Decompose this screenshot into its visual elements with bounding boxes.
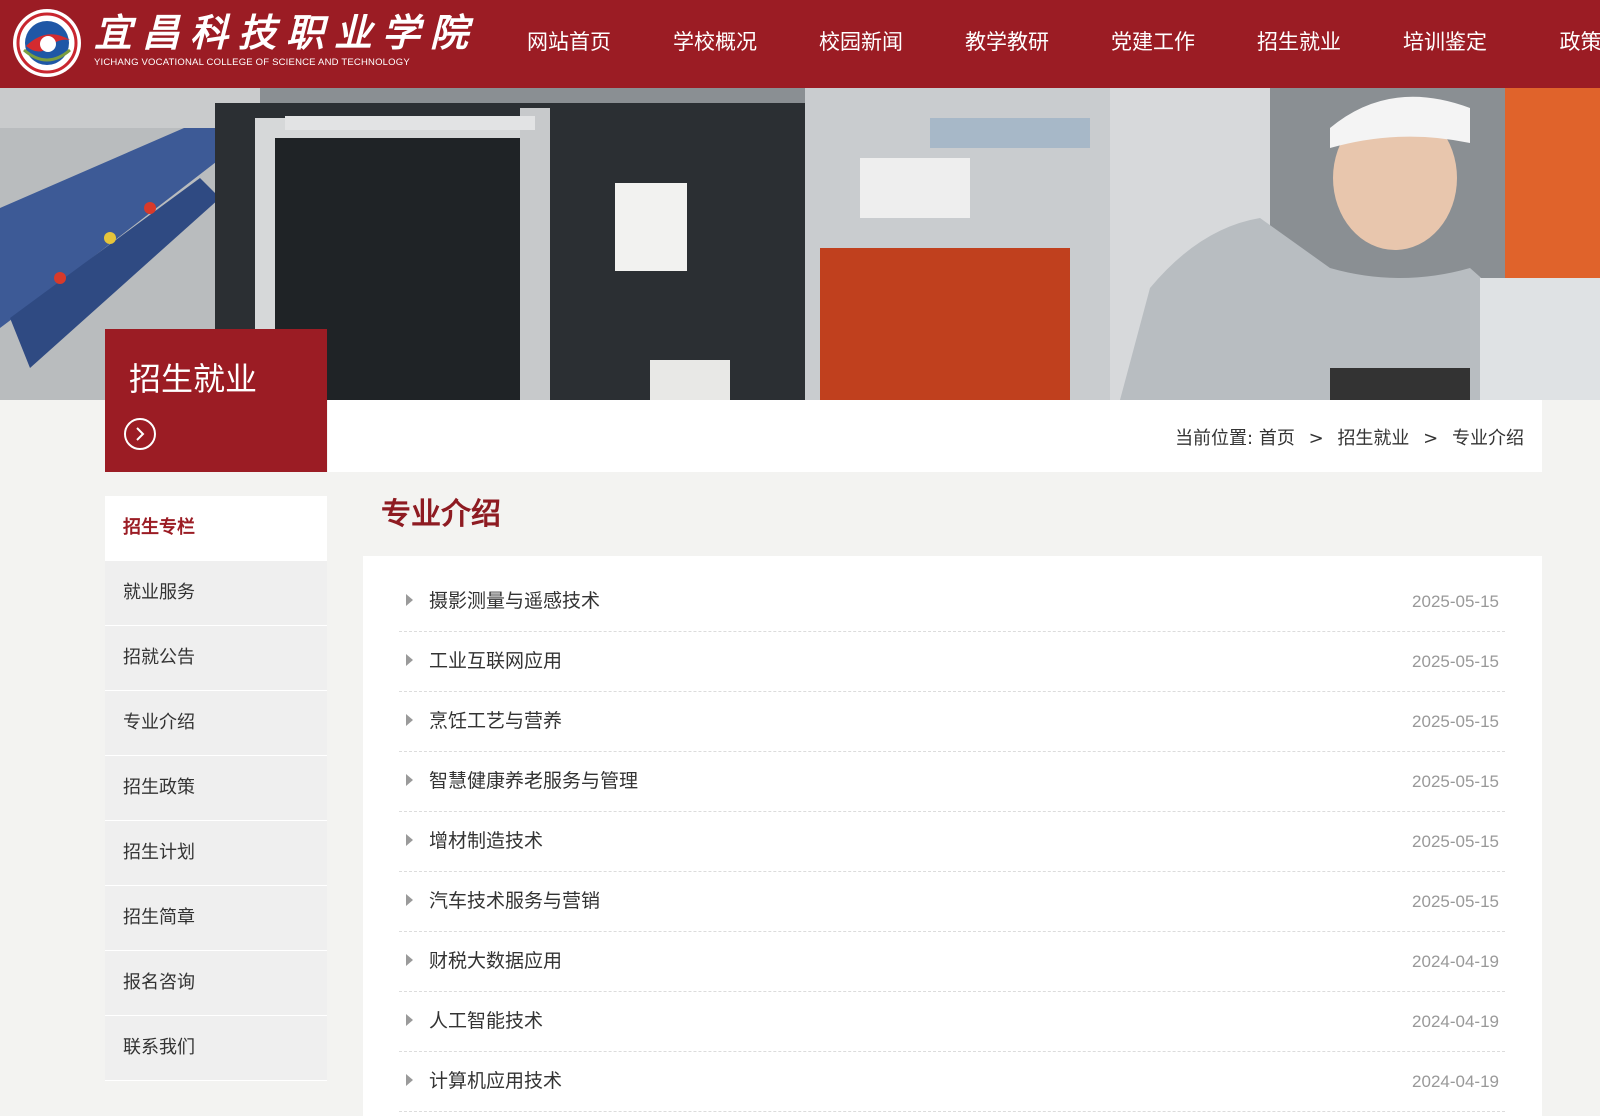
list-item[interactable]: 人工智能技术 2024-04-19 <box>399 992 1505 1052</box>
brand-name: 宜昌科技职业学院 <box>94 10 479 55</box>
sidebar-item-brochure[interactable]: 招生简章 <box>105 886 327 951</box>
triangle-right-icon <box>406 594 413 606</box>
breadcrumb-bar: 当前位置: 首页 > 招生就业 > 专业介绍 <box>328 400 1542 472</box>
article-list-panel: 摄影测量与遥感技术 2025-05-15 工业互联网应用 2025-05-15 烹饪… <box>363 556 1542 1116</box>
nav-home[interactable]: 网站首页 <box>496 0 642 88</box>
breadcrumb-admission[interactable]: 招生就业 <box>1337 428 1409 449</box>
article-title[interactable]: 增材制造技术 <box>429 828 543 854</box>
article-title[interactable]: 摄影测量与遥感技术 <box>429 588 600 614</box>
sidebar-item-contact[interactable]: 联系我们 <box>105 1016 327 1081</box>
article-date: 2025-05-15 <box>1412 892 1499 911</box>
breadcrumb-separator: > <box>1308 428 1324 449</box>
article-title[interactable]: 烹饪工艺与营养 <box>429 708 562 734</box>
article-title[interactable]: 汽车技术服务与营销 <box>429 888 600 914</box>
nav-admission[interactable]: 招生就业 <box>1226 0 1372 88</box>
list-item[interactable]: 智慧健康养老服务与管理 2025-05-15 <box>399 752 1505 812</box>
article-date: 2024-04-19 <box>1412 1072 1499 1091</box>
sidebar-title: 招生就业 <box>129 360 258 398</box>
article-date: 2025-05-15 <box>1412 832 1499 851</box>
sidebar-item-plan[interactable]: 招生计划 <box>105 821 327 886</box>
list-item[interactable]: 汽车技术服务与营销 2025-05-15 <box>399 872 1505 932</box>
list-item[interactable]: 摄影测量与遥感技术 2025-05-15 <box>399 572 1505 632</box>
nav-teaching[interactable]: 教学教研 <box>934 0 1080 88</box>
breadcrumb: 当前位置: 首页 > 招生就业 > 专业介绍 <box>1175 424 1524 450</box>
college-logo-icon[interactable] <box>12 8 82 78</box>
list-item[interactable]: 增材制造技术 2025-05-15 <box>399 812 1505 872</box>
triangle-right-icon <box>406 654 413 666</box>
list-item[interactable]: 计算机应用技术 2024-04-19 <box>399 1052 1505 1112</box>
breadcrumb-separator: > <box>1423 428 1439 449</box>
nav-policy[interactable]: 政策图 <box>1518 0 1600 88</box>
page-title: 专业介绍 <box>381 497 501 532</box>
article-title[interactable]: 计算机应用技术 <box>429 1068 562 1094</box>
triangle-right-icon <box>406 774 413 786</box>
breadcrumb-prefix: 当前位置: <box>1175 428 1254 449</box>
article-title[interactable]: 工业互联网应用 <box>429 648 562 674</box>
triangle-right-icon <box>406 954 413 966</box>
article-date: 2025-05-15 <box>1412 652 1499 671</box>
article-title[interactable]: 智慧健康养老服务与管理 <box>429 768 638 794</box>
nav-about[interactable]: 学校概况 <box>642 0 788 88</box>
brand-english-name: YICHANG VOCATIONAL COLLEGE OF SCIENCE AN… <box>94 57 410 68</box>
article-date: 2024-04-19 <box>1412 1012 1499 1031</box>
nav-party[interactable]: 党建工作 <box>1080 0 1226 88</box>
sidebar-item-consult[interactable]: 报名咨询 <box>105 951 327 1016</box>
main-nav: 网站首页 学校概况 校园新闻 教学教研 党建工作 招生就业 培训鉴定 政策图 <box>496 0 1600 88</box>
triangle-right-icon <box>406 1014 413 1026</box>
sidebar-item-announcements[interactable]: 招就公告 <box>105 626 327 691</box>
sidebar-menu: 招生专栏 就业服务 招就公告 专业介绍 招生政策 招生计划 招生简章 报名咨询 … <box>105 496 327 1081</box>
article-title[interactable]: 财税大数据应用 <box>429 948 562 974</box>
list-item[interactable]: 财税大数据应用 2024-04-19 <box>399 932 1505 992</box>
sidebar-item-policy[interactable]: 招生政策 <box>105 756 327 821</box>
sidebar-header: 招生就业 <box>105 329 327 472</box>
article-date: 2025-05-15 <box>1412 712 1499 731</box>
brand[interactable]: 宜昌科技职业学院 YICHANG VOCATIONAL COLLEGE OF S… <box>94 10 478 68</box>
triangle-right-icon <box>406 894 413 906</box>
breadcrumb-home[interactable]: 首页 <box>1259 428 1295 449</box>
article-list: 摄影测量与遥感技术 2025-05-15 工业互联网应用 2025-05-15 烹饪… <box>399 572 1505 1112</box>
triangle-right-icon <box>406 1074 413 1086</box>
triangle-right-icon <box>406 714 413 726</box>
nav-training[interactable]: 培训鉴定 <box>1372 0 1518 88</box>
article-date: 2025-05-15 <box>1412 772 1499 791</box>
triangle-right-icon <box>406 834 413 846</box>
breadcrumb-current[interactable]: 专业介绍 <box>1452 428 1524 449</box>
article-date: 2025-05-15 <box>1412 592 1499 611</box>
article-title[interactable]: 人工智能技术 <box>429 1008 543 1034</box>
chevron-right-circle-icon[interactable] <box>124 418 156 450</box>
nav-news[interactable]: 校园新闻 <box>788 0 934 88</box>
sidebar-item-admission-column[interactable]: 招生专栏 <box>105 496 327 561</box>
top-header: 宜昌科技职业学院 YICHANG VOCATIONAL COLLEGE OF S… <box>0 0 1600 88</box>
sidebar-item-employment-service[interactable]: 就业服务 <box>105 561 327 626</box>
article-date: 2024-04-19 <box>1412 952 1499 971</box>
list-item[interactable]: 工业互联网应用 2025-05-15 <box>399 632 1505 692</box>
list-item[interactable]: 烹饪工艺与营养 2025-05-15 <box>399 692 1505 752</box>
sidebar-item-majors[interactable]: 专业介绍 <box>105 691 327 756</box>
